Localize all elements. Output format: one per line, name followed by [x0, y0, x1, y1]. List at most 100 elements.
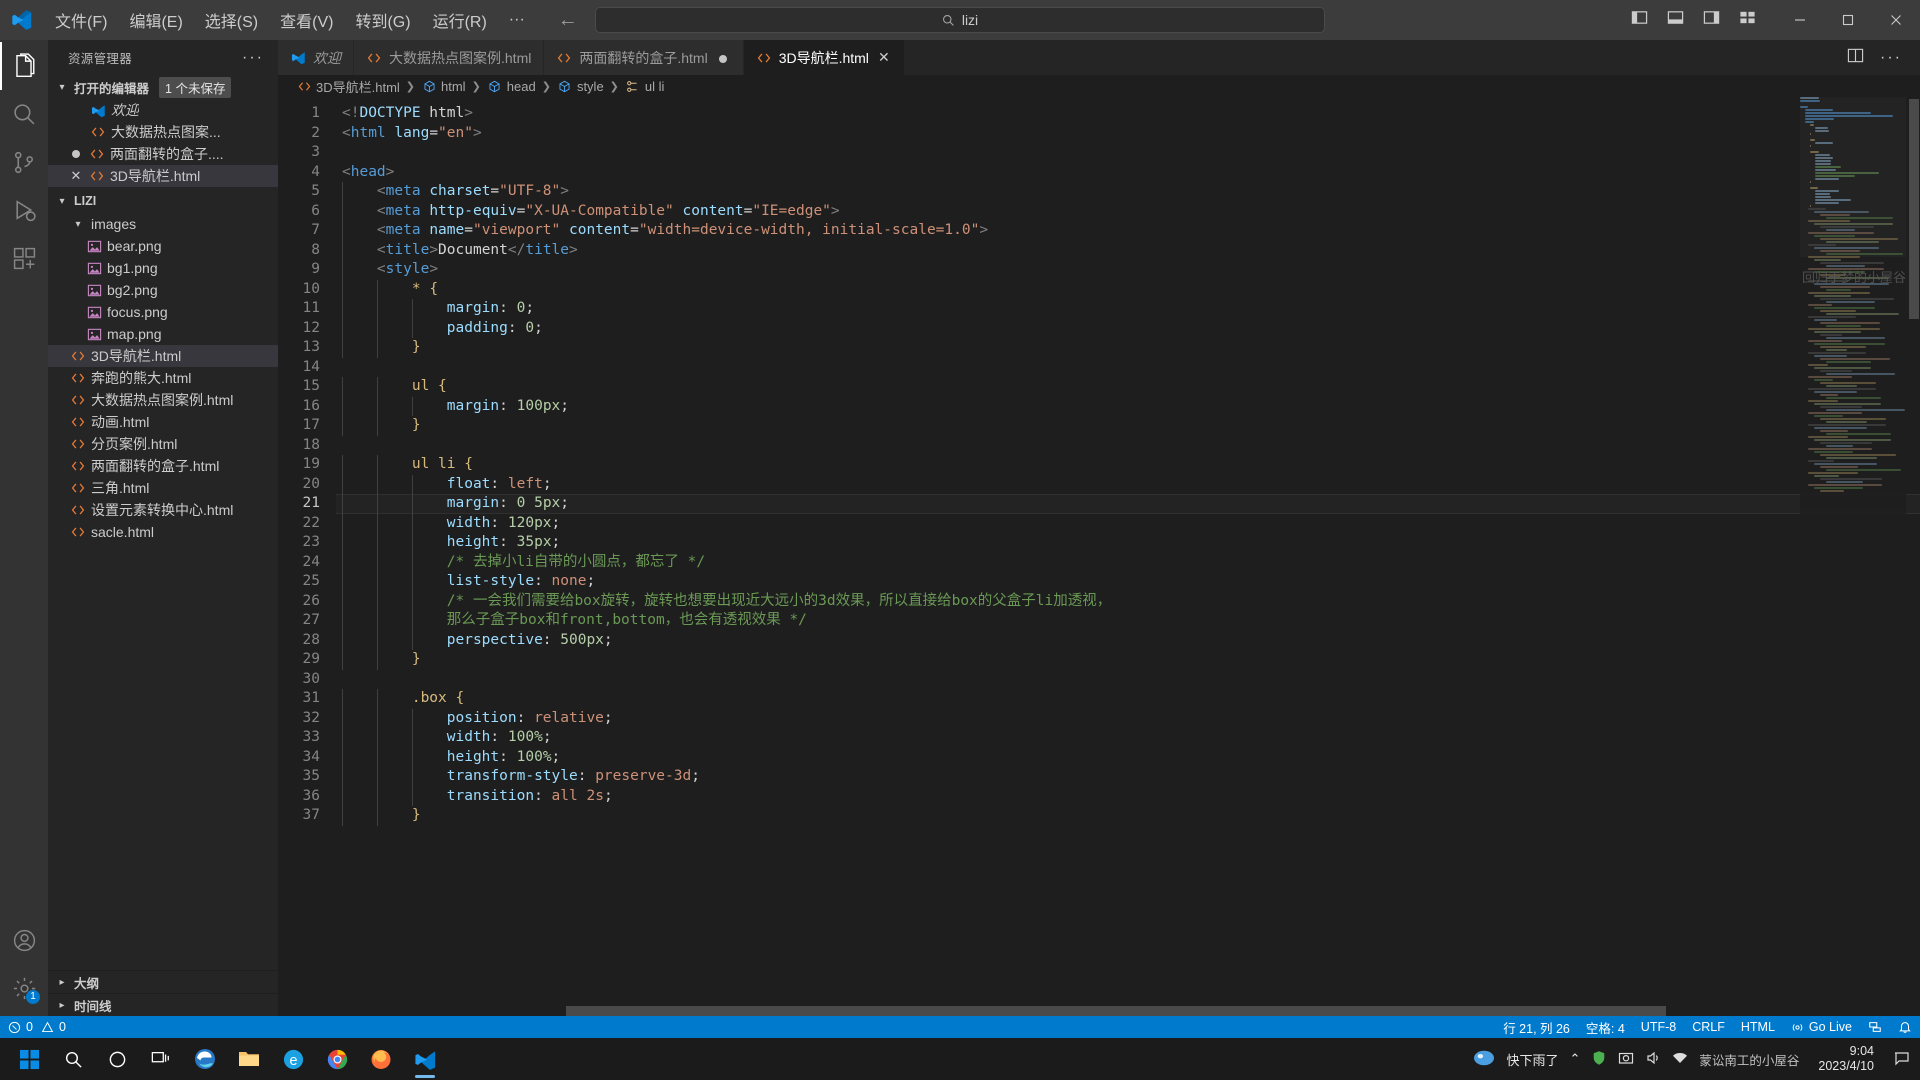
activity-accounts[interactable] [0, 916, 48, 964]
code-line[interactable]: <meta charset="UTF-8"> [336, 182, 1920, 202]
taskbar-explorer-button[interactable] [228, 1038, 270, 1080]
code-line[interactable]: padding: 0; [336, 318, 1920, 338]
ime-icon[interactable] [1473, 1048, 1495, 1071]
toggle-panel-icon[interactable] [1667, 9, 1684, 31]
open-editor-item-bigdata[interactable]: 大数据热点图案... [48, 121, 278, 143]
code-line[interactable]: <!DOCTYPE html> [336, 104, 1920, 124]
code-line[interactable]: margin: 0 5px; [336, 494, 1920, 514]
close-icon[interactable] [1872, 0, 1920, 40]
code-line[interactable]: <title>Document</title> [336, 240, 1920, 260]
screenshot-icon[interactable] [1618, 1050, 1634, 1069]
code-line[interactable]: perspective: 500px; [336, 630, 1920, 650]
file-item-transform-origin-html[interactable]: 设置元素转换中心.html [48, 499, 278, 521]
tab-welcome[interactable]: 欢迎 [278, 40, 354, 75]
vertical-scrollbar-thumb[interactable] [1909, 99, 1919, 319]
code-line[interactable]: transform-style: preserve-3d; [336, 767, 1920, 787]
status-live-share[interactable] [1860, 1016, 1890, 1038]
file-item-animation-html[interactable]: 动画.html [48, 411, 278, 433]
code-line[interactable]: <html lang="en"> [336, 124, 1920, 144]
notification-icon[interactable] [1893, 1049, 1910, 1069]
code-line[interactable]: } [336, 416, 1920, 436]
menu-run[interactable]: 运行(R) [422, 3, 498, 37]
file-item-focus-png[interactable]: focus.png [48, 301, 278, 323]
ime-label[interactable]: 快下雨了 [1506, 1050, 1558, 1069]
code-line[interactable]: height: 100%; [336, 747, 1920, 767]
breadcrumb-item-html[interactable]: html [421, 78, 466, 94]
close-icon[interactable]: ✕ [876, 49, 892, 66]
code-line[interactable]: height: 35px; [336, 533, 1920, 553]
code-line[interactable]: } [336, 338, 1920, 358]
status-indentation[interactable]: 空格: 4 [1578, 1016, 1633, 1038]
code-line[interactable]: margin: 0; [336, 299, 1920, 319]
code-line[interactable]: position: relative; [336, 708, 1920, 728]
code-line[interactable] [336, 436, 1920, 456]
breadcrumb-item-head[interactable]: head [487, 78, 536, 94]
close-icon[interactable]: ✕ [68, 168, 84, 184]
code-editor[interactable]: 1 2 3 4 5 6 7 8 9 10 11 12 13 14 15 16 17 18 19 20 21 22 23 24 2… [278, 97, 1920, 1016]
status-cursor-position[interactable]: 行 21, 列 26 [1495, 1016, 1578, 1038]
open-editor-item-welcome[interactable]: 欢迎 [48, 99, 278, 121]
folder-images[interactable]: ▾ images [48, 213, 278, 235]
arrow-left-icon[interactable]: ← [558, 9, 578, 32]
unsaved-dot-icon[interactable] [68, 146, 84, 162]
horizontal-scrollbar-thumb[interactable] [566, 1006, 1666, 1016]
open-editor-item-3dnav[interactable]: ✕ 3D导航栏.html [48, 165, 278, 187]
menu-view[interactable]: 查看(V) [269, 3, 344, 37]
section-timeline[interactable]: ▸ 时间线 [48, 993, 278, 1016]
vertical-scrollbar[interactable] [1906, 97, 1920, 1016]
menu-edit[interactable]: 编辑(E) [118, 3, 193, 37]
activity-search[interactable] [0, 90, 48, 138]
file-item-bg1-png[interactable]: bg1.png [48, 257, 278, 279]
chevron-up-icon[interactable]: ⌃ [1569, 1051, 1580, 1067]
taskbar-edge-button[interactable] [184, 1038, 226, 1080]
file-item-triangle-html[interactable]: 三角.html [48, 477, 278, 499]
file-item-map-png[interactable]: map.png [48, 323, 278, 345]
file-item-3dnav-html[interactable]: 3D导航栏.html [48, 345, 278, 367]
tab-3dnav-html[interactable]: 3D导航栏.html ✕ [743, 40, 905, 75]
section-outline[interactable]: ▸ 大纲 [48, 970, 278, 993]
status-eol[interactable]: CRLF [1684, 1016, 1733, 1038]
code-line[interactable] [336, 670, 1920, 690]
more-actions-icon[interactable]: ··· [1880, 49, 1906, 67]
code-line[interactable]: <meta http-equiv="X-UA-Compatible" conte… [336, 201, 1920, 221]
status-problems[interactable]: 0 0 [0, 1016, 74, 1038]
taskbar-search-button[interactable] [52, 1038, 94, 1080]
maximize-icon[interactable] [1824, 0, 1872, 40]
activity-debug[interactable] [0, 186, 48, 234]
code-line[interactable]: ul { [336, 377, 1920, 397]
taskbar-cortana-button[interactable] [96, 1038, 138, 1080]
unsaved-dot-icon[interactable] [715, 50, 731, 66]
section-workspace[interactable]: ▾ LIZI [48, 189, 278, 213]
activity-extensions[interactable] [0, 234, 48, 282]
code-line[interactable]: 那么子盒子box和front,bottom，也会有透视效果 */ [336, 611, 1920, 631]
code-line[interactable]: * { [336, 279, 1920, 299]
activity-explorer[interactable] [0, 42, 48, 90]
breadcrumb-item-style[interactable]: style [557, 78, 604, 94]
code-line[interactable]: float: left; [336, 474, 1920, 494]
code-line[interactable]: <head> [336, 163, 1920, 183]
file-item-flipbox-html[interactable]: 两面翻转的盒子.html [48, 455, 278, 477]
code-line[interactable]: width: 100%; [336, 728, 1920, 748]
breadcrumb-item-file[interactable]: 3D导航栏.html [296, 77, 400, 96]
taskbar-firefox-button[interactable] [360, 1038, 402, 1080]
code-line[interactable]: /* 去掉小li自带的小圆点，都忘了 */ [336, 552, 1920, 572]
activity-settings[interactable]: 1 [0, 964, 48, 1012]
file-item-pagination-html[interactable]: 分页案例.html [48, 433, 278, 455]
code-line[interactable]: .box { [336, 689, 1920, 709]
code-line[interactable]: margin: 100px; [336, 396, 1920, 416]
menu-file[interactable]: 文件(F) [44, 3, 118, 37]
taskbar-vscode-button[interactable] [404, 1038, 446, 1080]
shield-icon[interactable] [1591, 1050, 1607, 1069]
code-line[interactable]: list-style: none; [336, 572, 1920, 592]
tab-bigdata-html[interactable]: 大数据热点图案例.html [354, 40, 545, 75]
open-editor-item-flipbox[interactable]: 两面翻转的盒子.... [48, 143, 278, 165]
breadcrumb-item-ul-li[interactable]: ul li [625, 78, 664, 94]
code-line[interactable]: } [336, 650, 1920, 670]
code-line[interactable]: transition: all 2s; [336, 786, 1920, 806]
file-item-bigdata-html[interactable]: 大数据热点图案例.html [48, 389, 278, 411]
code-line[interactable]: } [336, 806, 1920, 826]
code-line[interactable] [336, 358, 1920, 378]
sidebar-more-actions-icon[interactable]: ··· [242, 49, 268, 67]
menu-more[interactable]: ··· [498, 6, 536, 34]
taskbar-e-button[interactable]: e [272, 1038, 314, 1080]
